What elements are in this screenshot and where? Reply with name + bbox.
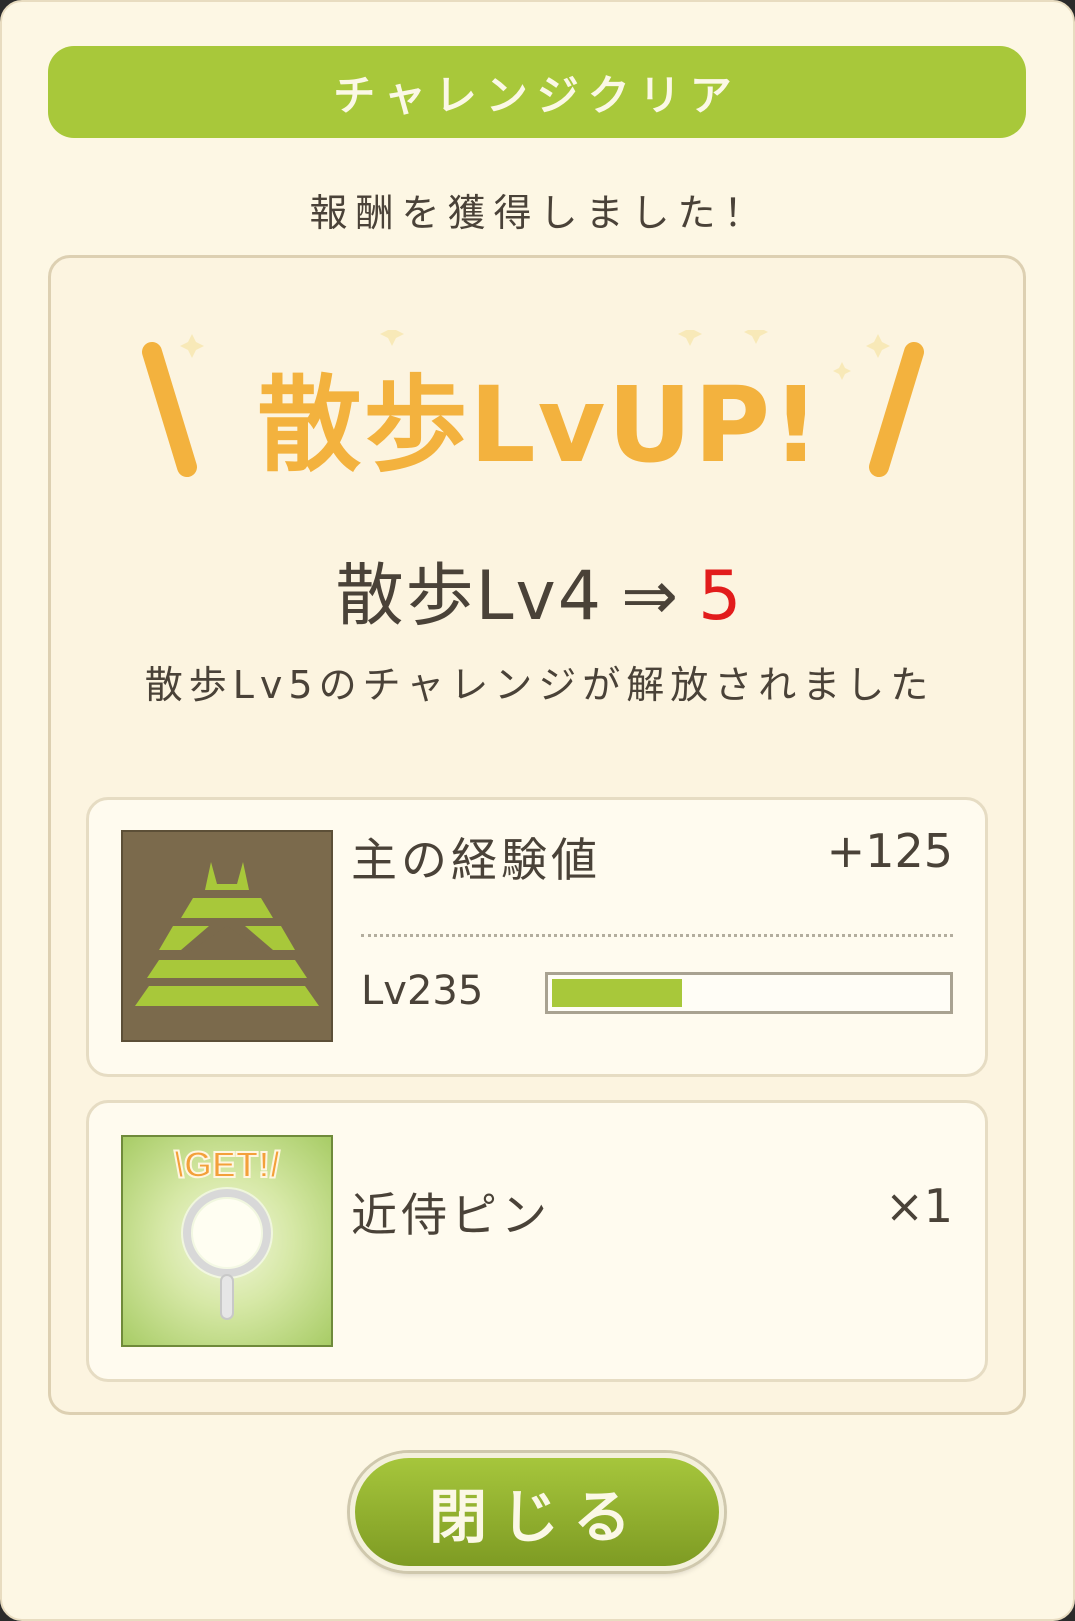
arrow-icon: ⇒ (621, 557, 681, 636)
exp-progress-bar (545, 972, 953, 1014)
level-change: 散歩Lv4 ⇒ 5 (2, 540, 1075, 639)
dialog-title: チャレンジクリア (48, 46, 1026, 138)
level-after: 5 (698, 557, 744, 636)
exp-progress-fill (552, 979, 682, 1007)
player-level: Lv235 (361, 968, 484, 1014)
exp-amount: +125 (826, 824, 953, 878)
item-name: 近侍ピン (351, 1188, 551, 1242)
level-before: 散歩Lv4 (335, 557, 604, 636)
reward-dialog: チャレンジクリア 報酬を獲得しました！ 散歩LvUP! 散歩Lv4 ⇒ 5 散歩Lv… (0, 0, 1075, 1621)
exp-label: 主の経験値 (351, 833, 601, 887)
castle-icon (121, 830, 333, 1042)
magnifier-pin-icon: \GET!/ (121, 1135, 333, 1347)
item-quantity: ×1 (885, 1179, 953, 1233)
item-reward-card: \GET!/ 近侍ピン ×1 (86, 1100, 988, 1382)
close-button[interactable]: 閉じる (350, 1453, 724, 1571)
dialog-subtitle: 報酬を獲得しました！ (309, 191, 770, 235)
unlock-message: 散歩Lv5のチャレンジが解放されました (144, 663, 935, 707)
level-up-banner-text: 散歩LvUP! (257, 364, 822, 486)
get-badge: \GET!/ (174, 1144, 280, 1185)
exp-reward-card: 主の経験値 +125 Lv235 (86, 797, 988, 1077)
divider (361, 934, 953, 937)
level-up-banner: 散歩LvUP! (2, 330, 1075, 490)
